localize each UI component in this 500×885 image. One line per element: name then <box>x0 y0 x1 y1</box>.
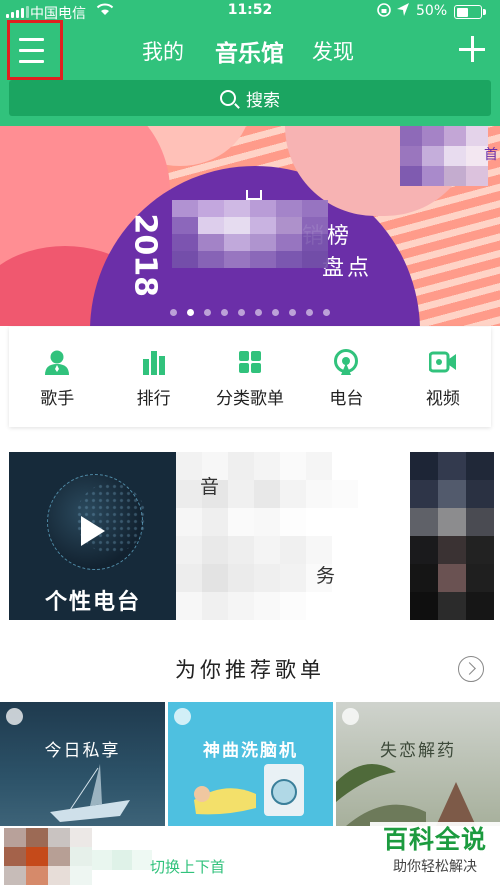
banner-year: 2018 <box>127 213 163 298</box>
pagination-dot[interactable] <box>204 309 211 316</box>
mini-player-hint: 切换上下首 <box>150 858 226 876</box>
playlist-title: 今日私享 <box>44 741 121 761</box>
status-bar: 中国电信 11:52 50% <box>0 0 500 24</box>
grid-icon <box>239 351 262 373</box>
category-playlists[interactable]: 分类歌单 <box>202 327 298 427</box>
promo-banner[interactable]: 2018 销榜 盘点 首 <box>0 126 500 326</box>
banner-title-line2: 盘点 <box>322 256 373 281</box>
tab-mine[interactable]: 我的 <box>142 36 184 66</box>
plant-graphic <box>336 764 476 826</box>
pagination-dot[interactable] <box>238 309 245 316</box>
add-icon[interactable] <box>459 36 485 62</box>
recommend-line-1: 音 <box>200 476 220 498</box>
banner-corner-text: 首 <box>484 147 498 163</box>
crown-icon <box>246 190 262 200</box>
tab-music-hall[interactable]: 音乐馆 <box>215 34 284 68</box>
disc-icon <box>174 708 191 725</box>
chart-bars-icon <box>142 351 165 375</box>
search-bar[interactable]: 搜索 <box>9 80 491 116</box>
singer-icon <box>45 350 70 375</box>
watermark-subtitle: 助你轻松解决 <box>393 859 477 875</box>
category-radio[interactable]: 电台 <box>298 327 394 427</box>
search-icon <box>220 90 236 106</box>
mini-player-cover[interactable] <box>4 828 92 885</box>
tab-discover[interactable]: 发现 <box>312 36 354 66</box>
pagination-dot[interactable] <box>272 309 279 316</box>
pagination-dot[interactable] <box>187 309 194 316</box>
playlist-tile-1[interactable]: 今日私享 <box>0 702 165 826</box>
washing-machine-graphic <box>194 764 304 816</box>
watermark: 百科全说 助你轻松解决 <box>370 822 500 885</box>
category-singer[interactable]: 歌手 <box>9 327 105 427</box>
radio-card-label: 个性电台 <box>44 590 141 615</box>
category-label: 视频 <box>425 389 460 409</box>
banner-pagination <box>0 309 500 316</box>
battery-icon <box>454 5 486 19</box>
mosaic-blur-album <box>410 452 494 620</box>
personal-radio-card[interactable]: 个性电台 <box>9 452 177 620</box>
category-bar: 歌手 排行 分类歌单 电台 视频 <box>9 327 491 427</box>
pagination-dot[interactable] <box>255 309 262 316</box>
mosaic-blur-title <box>92 850 152 870</box>
battery-percent: 50% <box>416 3 448 19</box>
watermark-title: 百科全说 <box>382 825 487 854</box>
section-title: 为你推荐歌单 <box>175 658 325 682</box>
search-placeholder: 搜索 <box>246 90 280 111</box>
play-icon[interactable] <box>81 516 105 546</box>
category-label: 分类歌单 <box>216 389 285 409</box>
category-label: 排行 <box>136 389 171 409</box>
playlist-tile-2[interactable]: 神曲洗脑机 <box>168 702 333 826</box>
playlist-title: 神曲洗脑机 <box>203 741 298 761</box>
pagination-dot[interactable] <box>289 309 296 316</box>
top-header: 中国电信 11:52 50% 我的 音乐馆 发现 搜索 <box>0 0 500 126</box>
pagination-dot[interactable] <box>170 309 177 316</box>
pagination-dot[interactable] <box>221 309 228 316</box>
video-camera-icon <box>428 351 456 373</box>
rotation-lock-icon <box>376 2 392 22</box>
location-icon <box>396 2 410 22</box>
category-label: 歌手 <box>40 389 75 409</box>
category-video[interactable]: 视频 <box>395 327 491 427</box>
recommend-line-2: 务 <box>316 565 336 587</box>
mosaic-blur <box>172 200 328 268</box>
sailboat-graphic <box>50 764 130 822</box>
pagination-dot[interactable] <box>323 309 330 316</box>
menu-button[interactable] <box>7 20 63 80</box>
more-arrow-icon[interactable] <box>458 656 484 682</box>
mosaic-blur-corner <box>400 126 488 186</box>
disc-icon <box>342 708 359 725</box>
pagination-dot[interactable] <box>306 309 313 316</box>
disc-icon <box>6 708 23 725</box>
category-label: 电台 <box>329 389 364 409</box>
playlist-tile-3[interactable]: 失恋解药 <box>336 702 500 826</box>
category-chart[interactable]: 排行 <box>105 327 201 427</box>
radio-icon <box>334 349 359 375</box>
